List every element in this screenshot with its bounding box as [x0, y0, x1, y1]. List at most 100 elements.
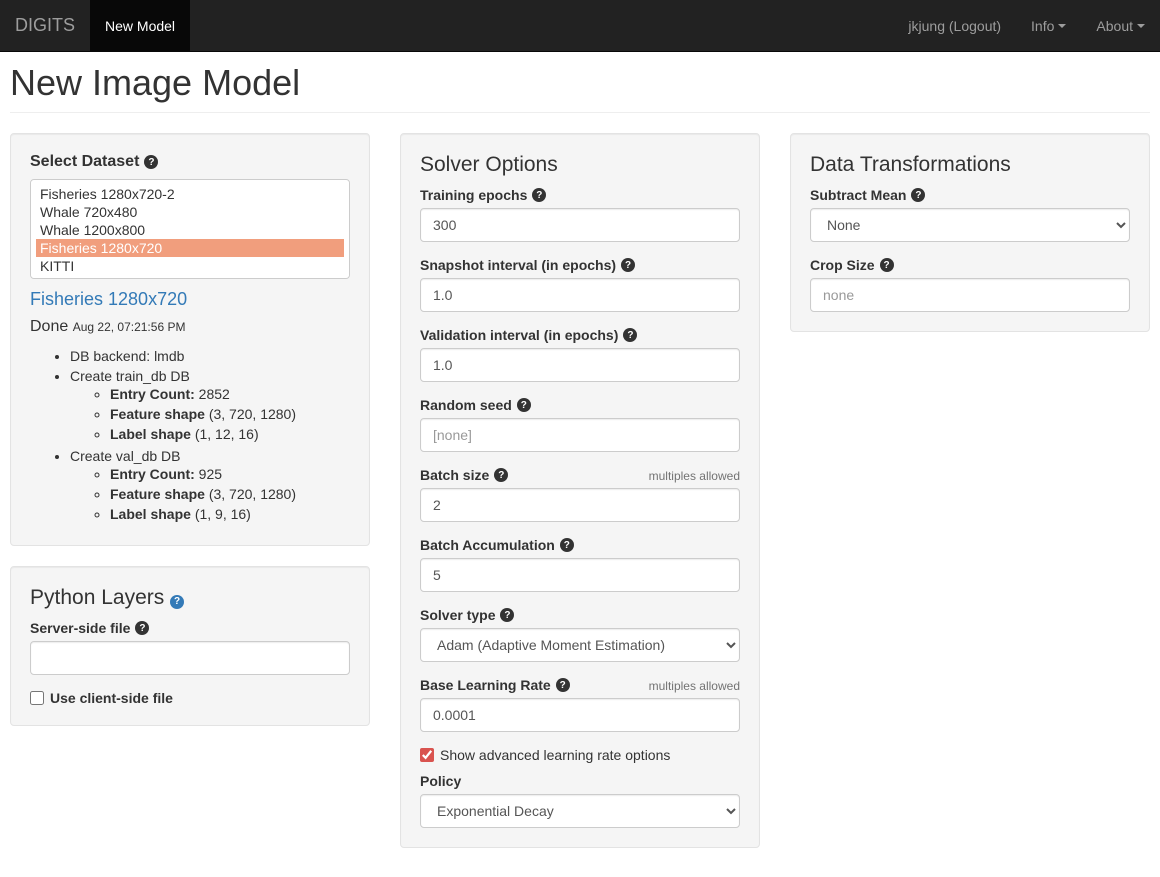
entry-count-value: 2852 — [199, 386, 230, 402]
python-layers-title: Python Layers — [30, 586, 164, 609]
done-label: Done — [30, 318, 68, 335]
show-advanced-row: Show advanced learning rate options — [420, 747, 740, 763]
nav-user-logout[interactable]: jkjung (Logout) — [893, 0, 1016, 51]
feature-shape-value: (3, 720, 1280) — [209, 406, 296, 422]
help-icon[interactable]: ? — [500, 608, 514, 622]
batch-accum-label: Batch Accumulation ? — [420, 537, 740, 553]
random-seed-input[interactable] — [420, 418, 740, 452]
feature-shape-label: Feature shape — [110, 486, 205, 502]
crop-size-label: Crop Size ? — [810, 257, 1130, 273]
feature-shape-value: (3, 720, 1280) — [209, 486, 296, 502]
selected-dataset-link[interactable]: Fisheries 1280x720 — [30, 289, 187, 310]
left-column: Select Dataset ? Fisheries 1280x720-2 Wh… — [10, 133, 370, 726]
dataset-option[interactable]: Whale 720x480 — [36, 203, 344, 221]
help-icon[interactable]: ? — [170, 595, 184, 609]
right-column: Data Transformations Subtract Mean ? Non… — [790, 133, 1150, 332]
val-label-shape: Label shape (1, 9, 16) — [110, 504, 350, 524]
solver-type-select[interactable]: Adam (Adaptive Moment Estimation) — [420, 628, 740, 662]
snapshot-interval-input[interactable] — [420, 278, 740, 312]
val-db-row: Create val_db DB Entry Count: 925 Featur… — [70, 446, 350, 526]
server-side-file-label: Server-side file ? — [30, 620, 350, 636]
validation-interval-label-text: Validation interval (in epochs) — [420, 327, 618, 343]
label-shape-label: Label shape — [110, 426, 191, 442]
training-epochs-label-text: Training epochs — [420, 187, 527, 203]
solver-type-label-text: Solver type — [420, 607, 495, 623]
db-backend-row: DB backend: lmdb — [70, 346, 350, 366]
middle-column: Solver Options Training epochs ? Snapsho… — [400, 133, 760, 848]
data-transformations-heading: Data Transformations — [810, 153, 1130, 177]
label-shape-value: (1, 9, 16) — [195, 506, 251, 522]
brand-link[interactable]: DIGITS — [0, 0, 90, 51]
base-lr-hint: multiples allowed — [649, 679, 740, 693]
done-timestamp: Aug 22, 07:21:56 PM — [73, 320, 186, 334]
validation-interval-input[interactable] — [420, 348, 740, 382]
db-backend-value: lmdb — [154, 348, 184, 364]
dataset-option[interactable]: Fisheries 1280x720-2 — [36, 185, 344, 203]
solver-options-heading: Solver Options — [420, 153, 740, 177]
title-divider — [10, 112, 1150, 113]
navbar-right: jkjung (Logout) Info About — [893, 0, 1160, 51]
dataset-status-line: Done Aug 22, 07:21:56 PM — [30, 318, 350, 336]
val-feature-shape: Feature shape (3, 720, 1280) — [110, 484, 350, 504]
val-entry-count: Entry Count: 925 — [110, 464, 350, 484]
train-db-label: Create train_db DB — [70, 368, 190, 384]
help-icon[interactable]: ? — [623, 328, 637, 342]
crop-size-input[interactable] — [810, 278, 1130, 312]
nav-info-dropdown[interactable]: Info — [1016, 0, 1081, 51]
batch-size-label-text: Batch size — [420, 467, 489, 483]
subtract-mean-label-text: Subtract Mean — [810, 187, 906, 203]
client-side-label: Use client-side file — [50, 690, 173, 706]
help-icon[interactable]: ? — [880, 258, 894, 272]
snapshot-interval-label: Snapshot interval (in epochs) ? — [420, 257, 740, 273]
help-icon[interactable]: ? — [144, 155, 158, 169]
client-side-checkbox[interactable] — [30, 691, 44, 705]
batch-accum-input[interactable] — [420, 558, 740, 592]
base-lr-input[interactable] — [420, 698, 740, 732]
python-layers-panel: Python Layers ? Server-side file ? Use c… — [10, 566, 370, 726]
help-icon[interactable]: ? — [621, 258, 635, 272]
nav-new-model[interactable]: New Model — [90, 0, 190, 51]
help-icon[interactable]: ? — [556, 678, 570, 692]
client-side-checkbox-row: Use client-side file — [30, 690, 350, 706]
dataset-option-selected[interactable]: Fisheries 1280x720 — [36, 239, 344, 257]
server-side-file-input[interactable] — [30, 641, 350, 675]
help-icon[interactable]: ? — [494, 468, 508, 482]
batch-size-input[interactable] — [420, 488, 740, 522]
page-title: New Image Model — [10, 62, 1150, 104]
dataset-details: DB backend: lmdb Create train_db DB Entr… — [30, 346, 350, 526]
policy-select[interactable]: Exponential Decay — [420, 794, 740, 828]
entry-count-label: Entry Count: — [110, 466, 195, 482]
feature-shape-label: Feature shape — [110, 406, 205, 422]
nav-about-dropdown[interactable]: About — [1081, 0, 1160, 51]
show-advanced-checkbox[interactable] — [420, 748, 434, 762]
random-seed-label-text: Random seed — [420, 397, 512, 413]
policy-label: Policy — [420, 773, 740, 789]
solver-type-label: Solver type ? — [420, 607, 740, 623]
help-icon[interactable]: ? — [911, 188, 925, 202]
batch-size-hint: multiples allowed — [649, 469, 740, 483]
train-db-row: Create train_db DB Entry Count: 2852 Fea… — [70, 366, 350, 446]
random-seed-label: Random seed ? — [420, 397, 740, 413]
base-lr-label-text: Base Learning Rate — [420, 677, 551, 693]
training-epochs-input[interactable] — [420, 208, 740, 242]
help-icon[interactable]: ? — [560, 538, 574, 552]
subtract-mean-select[interactable]: None — [810, 208, 1130, 242]
label-shape-label: Label shape — [110, 506, 191, 522]
train-label-shape: Label shape (1, 12, 16) — [110, 424, 350, 444]
help-icon[interactable]: ? — [532, 188, 546, 202]
entry-count-label: Entry Count: — [110, 386, 195, 402]
main-container: Select Dataset ? Fisheries 1280x720-2 Wh… — [0, 133, 1160, 848]
help-icon[interactable]: ? — [135, 621, 149, 635]
python-layers-heading: Python Layers ? — [30, 586, 350, 610]
dataset-option[interactable]: Whale 1200x800 — [36, 221, 344, 239]
dataset-select-list[interactable]: Fisheries 1280x720-2 Whale 720x480 Whale… — [30, 179, 350, 279]
select-dataset-heading: Select Dataset ? — [30, 153, 350, 171]
batch-accum-label-text: Batch Accumulation — [420, 537, 555, 553]
caret-down-icon — [1137, 24, 1145, 28]
subtract-mean-label: Subtract Mean ? — [810, 187, 1130, 203]
navbar: DIGITS New Model jkjung (Logout) Info Ab… — [0, 0, 1160, 52]
caret-down-icon — [1058, 24, 1066, 28]
nav-about-label: About — [1096, 18, 1133, 34]
dataset-option[interactable]: KITTI — [36, 257, 344, 275]
help-icon[interactable]: ? — [517, 398, 531, 412]
